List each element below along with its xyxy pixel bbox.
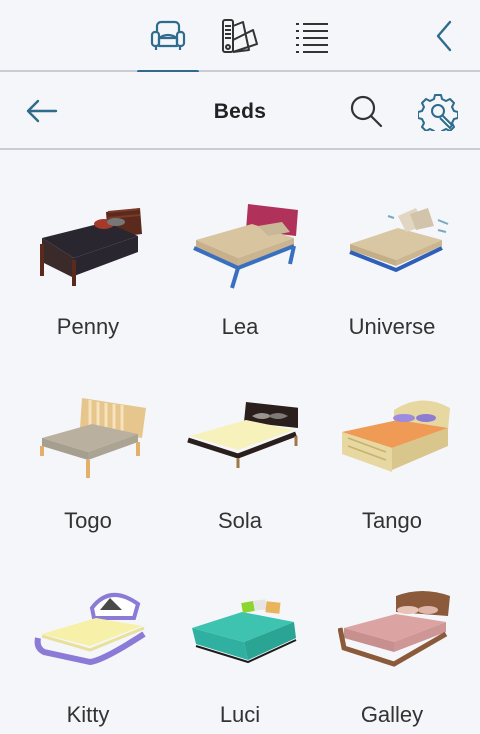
tab-list[interactable] [279, 0, 345, 72]
bed-item-lea[interactable]: Lea [164, 158, 316, 339]
bed-galley-thumbnail [338, 591, 450, 667]
bed-label: Luci [219, 702, 261, 727]
beds-grid: Penny Lea Universe Togo Sola Tango Kitty… [0, 150, 480, 734]
bed-label: Sola [217, 508, 263, 533]
bed-label: Penny [56, 314, 120, 339]
gear-wrench-icon [418, 94, 458, 131]
bed-label: Galley [360, 702, 424, 727]
bed-item-luci[interactable]: Luci [164, 546, 316, 727]
collapse-panel-button[interactable] [428, 18, 462, 54]
armchair-icon [150, 20, 186, 50]
bed-item-sola[interactable]: Sola [164, 352, 316, 533]
catalog-header: Beds [0, 72, 480, 150]
chevron-left-icon [436, 20, 452, 52]
tab-furniture[interactable] [135, 0, 201, 74]
bed-item-universe[interactable]: Universe [316, 158, 468, 339]
bed-luci-thumbnail [192, 599, 297, 664]
search-icon [350, 95, 383, 128]
bed-label: Kitty [66, 702, 110, 727]
top-toolbar [0, 0, 480, 74]
bed-label: Universe [348, 314, 436, 339]
bed-togo-thumbnail [40, 398, 146, 478]
bed-item-kitty[interactable]: Kitty [12, 546, 164, 727]
bed-item-tango[interactable]: Tango [316, 352, 468, 533]
page-title: Beds [213, 100, 267, 123]
bed-sola-thumbnail [187, 402, 298, 468]
settings-button[interactable] [418, 91, 458, 131]
search-button[interactable] [346, 91, 386, 131]
bed-item-togo[interactable]: Togo [12, 352, 164, 533]
bed-label: Tango [362, 508, 422, 533]
tab-materials[interactable] [206, 0, 272, 72]
bed-universe-thumbnail [349, 208, 449, 273]
bed-label: Lea [221, 314, 259, 339]
bed-penny-thumbnail [40, 208, 142, 286]
bed-label: Togo [64, 508, 112, 533]
bed-lea-thumbnail [193, 204, 298, 289]
bed-kitty-thumbnail [34, 593, 146, 666]
bed-tango-thumbnail [342, 400, 450, 472]
swatch-fan-icon [222, 19, 258, 53]
bed-item-penny[interactable]: Penny [12, 158, 164, 339]
list-icon [296, 23, 328, 53]
bed-item-galley[interactable]: Galley [316, 546, 468, 727]
